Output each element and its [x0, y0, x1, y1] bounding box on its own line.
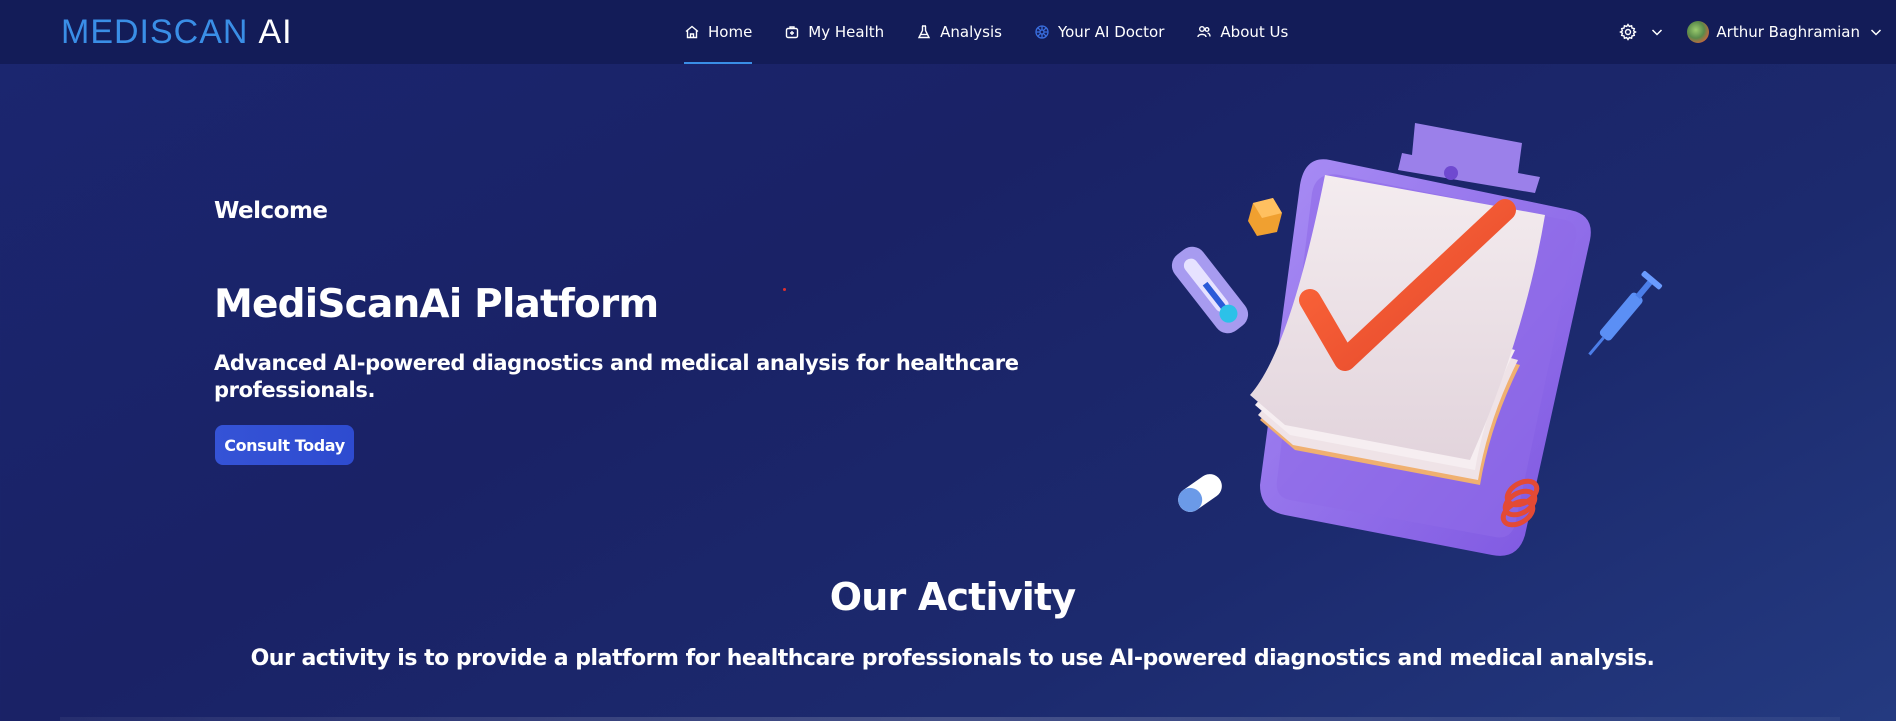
clipboard-illustration	[1171, 123, 1663, 556]
nav-item-about-us[interactable]: About Us	[1196, 0, 1288, 64]
user-menu[interactable]: Arthur Baghramian	[1687, 21, 1882, 43]
nav-item-label: Home	[708, 23, 753, 41]
decorative-dot	[783, 288, 786, 291]
user-name: Arthur Baghramian	[1716, 23, 1860, 41]
brand-logo[interactable]: MEDISCAN AI	[61, 12, 293, 52]
main-nav: Home My Health Analysis Your AI Doctor A…	[684, 0, 1320, 64]
consult-today-button[interactable]: Consult Today	[215, 425, 354, 465]
nav-item-home[interactable]: Home	[684, 0, 753, 64]
people-icon	[1197, 26, 1212, 38]
page-title: MediScanAi Platform	[214, 282, 659, 327]
top-navbar: MEDISCAN AI Home My Health Analysis Your …	[0, 0, 1896, 64]
nav-item-label: Your AI Doctor	[1057, 23, 1165, 41]
brand-logo-part1: MEDISCAN	[61, 13, 249, 51]
nav-right: Arthur Baghramian	[1619, 0, 1882, 64]
gear-icon[interactable]	[1619, 23, 1638, 41]
hero-subtitle: Advanced AI-powered diagnostics and medi…	[214, 351, 1019, 402]
chevron-down-icon	[1652, 29, 1663, 36]
nav-item-label: Analysis	[940, 23, 1002, 41]
brand-logo-part2: AI	[258, 13, 293, 51]
nav-item-ai-doctor[interactable]: Your AI Doctor	[1034, 0, 1164, 64]
health-icon	[786, 26, 799, 39]
avatar	[1687, 21, 1710, 43]
welcome-heading: Welcome	[214, 198, 328, 224]
settings-dropdown[interactable]	[1651, 26, 1663, 38]
section-divider	[60, 717, 1840, 721]
chevron-down-icon	[1870, 29, 1882, 36]
nav-item-my-health[interactable]: My Health	[784, 0, 884, 64]
home-icon	[685, 25, 699, 39]
nav-item-analysis[interactable]: Analysis	[916, 0, 1002, 64]
flask-icon	[918, 25, 931, 39]
nav-item-label: About Us	[1220, 23, 1289, 41]
nav-item-label: My Health	[808, 23, 885, 41]
activity-subtitle: Our activity is to provide a platform fo…	[250, 646, 1655, 671]
ai-doctor-icon	[1035, 25, 1049, 39]
activity-title: Our Activity	[829, 575, 1076, 619]
